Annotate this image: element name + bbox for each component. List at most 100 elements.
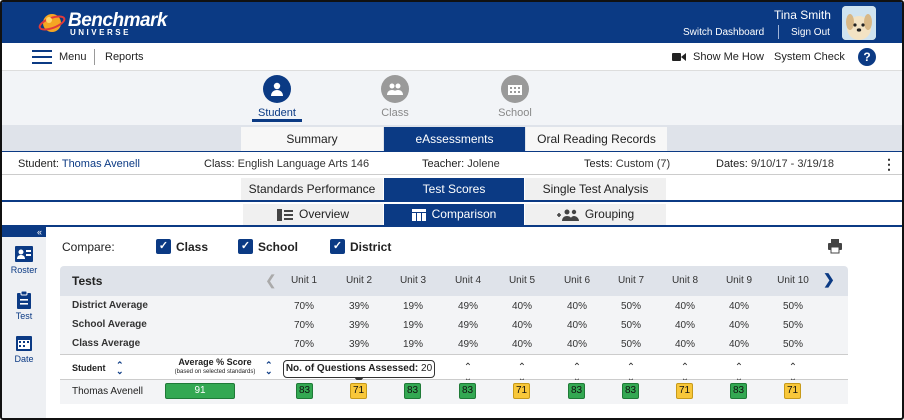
help-icon[interactable]: ?	[858, 48, 876, 66]
video-camera-icon[interactable]	[672, 52, 686, 62]
tests-table-header: Tests ❮ Unit 1 Unit 2 Unit 3 Unit 4 Unit…	[60, 266, 848, 296]
avatar[interactable]	[842, 6, 876, 40]
unit-header: Unit 5	[508, 275, 536, 286]
score-badge[interactable]: 83	[730, 383, 747, 399]
table-cell: 70%	[293, 339, 314, 350]
menu-divider	[94, 49, 95, 65]
sidebar-item-roster[interactable]: Roster	[2, 245, 46, 275]
table-row: District Average 70% 39% 19% 49% 40% 40%…	[60, 296, 848, 315]
averages-table: District Average 70% 39% 19% 49% 40% 40%…	[60, 296, 848, 354]
questions-assessed-tooltip: No. of Questions Assessed: 20	[283, 360, 435, 378]
tab-eassessments[interactable]: eAssessments	[384, 127, 525, 151]
role-class[interactable]: Class	[365, 75, 425, 119]
table-cell: 19%	[402, 301, 423, 312]
score-badge[interactable]: 71	[676, 383, 693, 399]
table-cell: 50%	[782, 339, 803, 350]
sidebar-test-label: Test	[15, 311, 33, 321]
sidebar-item-date[interactable]: Date	[2, 334, 46, 364]
unit-header: Unit 8	[671, 275, 699, 286]
dates-info: Dates: 9/10/17 - 3/19/18	[716, 158, 834, 170]
table-row: Thomas Avenell 91 83 71 83 83 71 83 83 7…	[60, 380, 848, 404]
unit-header: Unit 2	[345, 275, 373, 286]
table-cell: 49%	[457, 320, 478, 331]
score-badge[interactable]: 83	[568, 383, 585, 399]
reports-link[interactable]: Reports	[105, 51, 144, 63]
class-value: English Language Arts 146	[237, 158, 370, 170]
switch-dashboard-link[interactable]: Switch Dashboard	[683, 27, 764, 38]
role-class-label: Class	[381, 107, 409, 119]
sidebar-roster-label: Roster	[10, 265, 38, 275]
tab-single-test-analysis[interactable]: Single Test Analysis	[525, 178, 666, 200]
sort-icon[interactable]: ⌃ ⌄	[265, 361, 273, 376]
compare-district-checkbox[interactable]: ✓ District	[330, 239, 391, 254]
show-me-how-link[interactable]: Show Me How	[693, 51, 764, 63]
roster-icon	[15, 246, 33, 262]
tab-overview[interactable]: Overview	[243, 204, 383, 225]
teacher-info: Teacher: Jolene	[422, 158, 500, 170]
dates-label: Dates:	[716, 158, 748, 170]
benchmark-logo[interactable]: Benchmark UNIVERSE	[38, 8, 168, 38]
score-badge[interactable]: 83	[459, 383, 476, 399]
tests-label: Tests:	[584, 158, 613, 170]
more-options-icon[interactable]: ⋮	[882, 156, 896, 173]
average-score-header-sub: (based on selected standards)	[174, 369, 256, 375]
unit-header: Unit 6	[563, 275, 591, 286]
teacher-label: Teacher:	[422, 158, 465, 170]
chevron-right-icon[interactable]: ❯	[823, 271, 835, 288]
tab-test-scores[interactable]: Test Scores	[384, 178, 524, 200]
role-student[interactable]: Student	[247, 75, 307, 119]
sidebar-item-test[interactable]: Test	[2, 290, 46, 321]
tab-oral-reading-records[interactable]: Oral Reading Records	[526, 127, 667, 151]
header-divider	[778, 25, 779, 39]
menu-bar: Menu Reports Show Me How System Check ?	[2, 43, 902, 71]
tab-summary[interactable]: Summary	[241, 127, 383, 151]
compare-school-checkbox[interactable]: ✓ School	[238, 239, 298, 254]
sidebar-date-label: Date	[14, 354, 34, 364]
tests-info: Tests: Custom (7)	[584, 158, 670, 170]
sign-out-link[interactable]: Sign Out	[791, 27, 830, 38]
hamburger-menu-icon[interactable]	[32, 50, 52, 64]
unit-header: Unit 7	[617, 275, 645, 286]
chevron-left-icon[interactable]: ❮	[265, 272, 277, 289]
tab-standards-performance[interactable]: Standards Performance	[241, 178, 383, 200]
collapse-sidebar-icon[interactable]: «	[2, 227, 46, 237]
compare-class-label: Class	[176, 239, 209, 254]
unit-header: Unit 10	[777, 275, 809, 286]
score-badge[interactable]: 83	[622, 383, 639, 399]
tab-grouping[interactable]: Grouping	[525, 204, 666, 225]
student-info: Student: Thomas Avenell	[18, 158, 140, 170]
tests-table-title: Tests	[72, 274, 103, 288]
student-name[interactable]: Thomas Avenell	[72, 386, 143, 397]
system-check-link[interactable]: System Check	[774, 51, 845, 63]
score-badge[interactable]: 71	[784, 383, 801, 399]
calendar-icon	[16, 336, 32, 351]
score-badge[interactable]: 71	[513, 383, 530, 399]
teacher-value: Jolene	[467, 158, 500, 170]
table-cell: 40%	[566, 339, 587, 350]
average-score-column-header[interactable]: Average % Score (based on selected stand…	[160, 357, 270, 377]
student-value[interactable]: Thomas Avenell	[62, 158, 140, 170]
tooltip-value: 20	[421, 363, 433, 374]
role-school[interactable]: School	[485, 75, 545, 119]
role-student-label: Student	[258, 107, 296, 119]
print-icon[interactable]	[827, 238, 843, 254]
score-badge[interactable]: 71	[350, 383, 367, 399]
checkmark-icon: ✓	[238, 239, 253, 254]
sort-icon[interactable]: ⌃ ⌄	[116, 361, 124, 376]
score-badge[interactable]: 83	[296, 383, 313, 399]
student-column-header[interactable]: Student	[72, 363, 106, 373]
view-tabs: Overview Comparison Grouping	[2, 203, 902, 227]
tab-grouping-label: Grouping	[584, 207, 635, 221]
compare-class-checkbox[interactable]: ✓ Class	[156, 239, 208, 254]
student-label: Student:	[18, 158, 59, 170]
compare-district-label: District	[350, 239, 392, 254]
class-label: Class:	[204, 158, 235, 170]
main-tabs: Summary eAssessments Oral Reading Record…	[2, 125, 902, 151]
table-cell: 40%	[728, 301, 749, 312]
score-badge[interactable]: 83	[404, 383, 421, 399]
tab-comparison[interactable]: Comparison	[384, 204, 524, 225]
table-cell: 40%	[674, 320, 695, 331]
menu-button[interactable]: Menu	[59, 51, 87, 63]
sub-tabs: Standards Performance Test Scores Single…	[2, 176, 902, 202]
table-cell: 19%	[402, 339, 423, 350]
